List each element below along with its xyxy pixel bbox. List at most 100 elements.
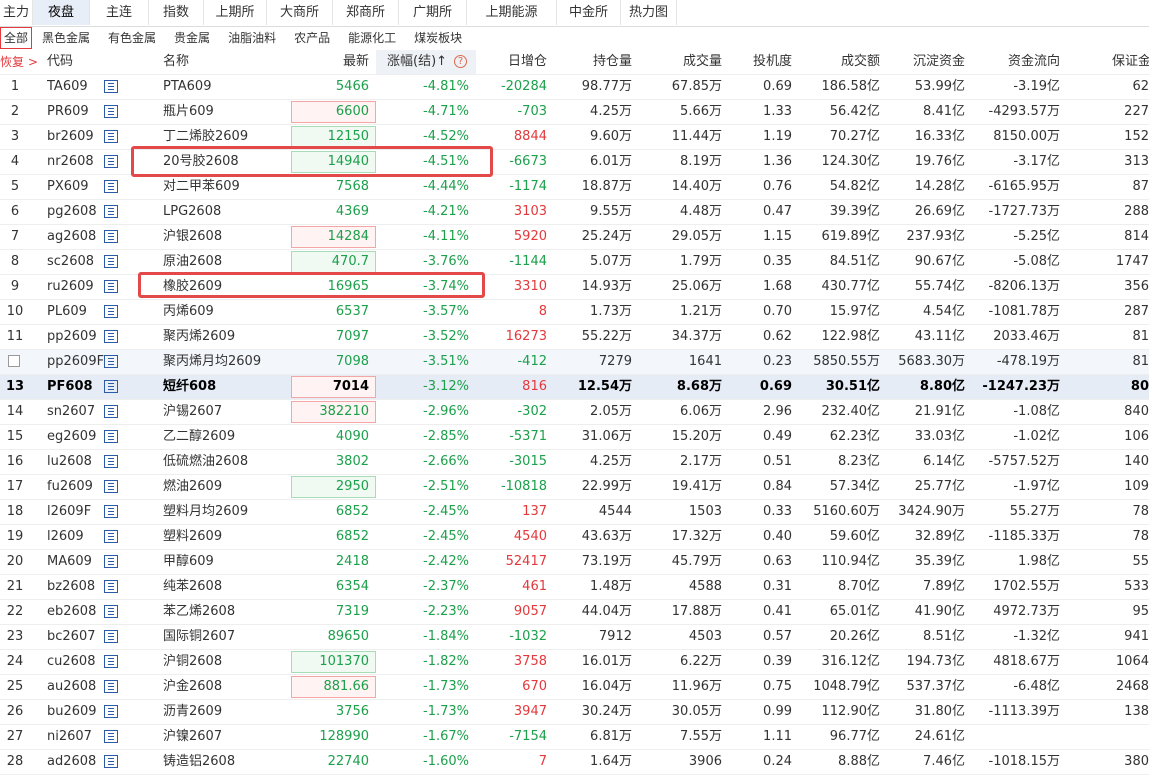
tab-2[interactable]: 主连 (90, 0, 149, 25)
header-margin[interactable]: 保证金 (1112, 50, 1149, 74)
tab-4[interactable]: 上期所 (204, 0, 267, 25)
contract-name[interactable]: 瓶片609 (163, 100, 288, 124)
kline-chart-icon[interactable] (104, 380, 118, 393)
header-code[interactable]: 代码 (47, 50, 107, 74)
table-row[interactable]: 18 l2609F 塑料月均2609 6852 -2.45% 137 4544 1503 0.3… (0, 500, 1149, 525)
tab-1[interactable]: 夜盘 (33, 0, 90, 25)
contract-name[interactable]: 甲醇609 (163, 550, 288, 574)
contract-name[interactable]: 沪金2608 (163, 675, 288, 699)
table-row[interactable]: 1 TA609 PTA609 5466 -4.81% -20284 98.77万 67.85万… (0, 75, 1149, 100)
contract-name[interactable]: 沪锡2607 (163, 400, 288, 424)
table-row[interactable]: 15 eg2609 乙二醇2609 4090 -2.85% -5371 31.06万 15.2… (0, 425, 1149, 450)
kline-chart-icon[interactable] (104, 605, 118, 618)
kline-chart-icon[interactable] (104, 480, 118, 493)
table-row[interactable]: 7 ag2608 沪银2608 14284 -4.11% 5920 25.24万 29.05万… (0, 225, 1149, 250)
kline-chart-icon[interactable] (104, 730, 118, 743)
table-row[interactable]: 26 bu2609 沥青2609 3756 -1.73% 3947 30.24万 30.05万… (0, 700, 1149, 725)
kline-chart-icon[interactable] (104, 580, 118, 593)
contract-name[interactable]: 乙二醇2609 (163, 425, 288, 449)
contract-name[interactable]: 国际铜2607 (163, 625, 288, 649)
kline-chart-icon[interactable] (104, 155, 118, 168)
contract-name[interactable]: 纯苯2608 (163, 575, 288, 599)
tab-5[interactable]: 大商所 (267, 0, 333, 25)
contract-name[interactable]: 原油2608 (163, 250, 288, 274)
restore-link[interactable]: 恢复 > (0, 50, 40, 74)
tab-8[interactable]: 上期能源 (467, 0, 557, 25)
kline-chart-icon[interactable] (104, 105, 118, 118)
table-row[interactable]: 20 MA609 甲醇609 2418 -2.42% 52417 73.19万 45.79万 0… (0, 550, 1149, 575)
kline-chart-icon[interactable] (104, 305, 118, 318)
kline-chart-icon[interactable] (104, 255, 118, 268)
contract-name[interactable]: PTA609 (163, 75, 288, 99)
contract-name[interactable]: 丙烯609 (163, 300, 288, 324)
kline-chart-icon[interactable] (104, 755, 118, 768)
kline-chart-icon[interactable] (104, 630, 118, 643)
table-row[interactable]: 25 au2608 沪金2608 881.66 -1.73% 670 16.04万 11.96… (0, 675, 1149, 700)
table-row[interactable]: 19 l2609 塑料2609 6852 -2.45% 4540 43.63万 17.32万 0… (0, 525, 1149, 550)
kline-chart-icon[interactable] (104, 130, 118, 143)
table-row[interactable]: 2 PR609 瓶片609 6600 -4.71% -703 4.25万 5.66万 1.33 5… (0, 100, 1149, 125)
header-name[interactable]: 名称 (163, 50, 223, 74)
header-oi-change[interactable]: 日增仓 (476, 50, 547, 74)
contract-name[interactable]: 聚丙烯月均2609 (163, 350, 288, 374)
kline-chart-icon[interactable] (104, 80, 118, 93)
table-row[interactable]: 28 ad2608 铸造铝2608 22740 -1.60% 7 1.64万 3906 0.24… (0, 750, 1149, 775)
table-row[interactable]: 17 fu2609 燃油2609 2950 -2.51% -10818 22.99万 19.4… (0, 475, 1149, 500)
help-icon[interactable]: ? (454, 55, 467, 68)
contract-name[interactable]: LPG2608 (163, 200, 288, 224)
table-row[interactable]: 13 PF608 短纤608 7014 -3.12% 816 12.54万 8.68万 0.69… (0, 375, 1149, 400)
category-6[interactable]: 能源化工 (340, 28, 404, 48)
contract-name[interactable]: 沪镍2607 (163, 725, 288, 749)
contract-name[interactable]: 苯乙烯2608 (163, 600, 288, 624)
category-7[interactable]: 煤炭板块 (406, 28, 470, 48)
contract-name[interactable]: 塑料2609 (163, 525, 288, 549)
contract-name[interactable]: 铸造铝2608 (163, 750, 288, 774)
contract-name[interactable]: 聚丙烯2609 (163, 325, 288, 349)
tab-0[interactable]: 主力 (0, 0, 33, 25)
kline-chart-icon[interactable] (104, 705, 118, 718)
table-row[interactable]: 21 bz2608 纯苯2608 6354 -2.37% 461 1.48万 4588 0.31… (0, 575, 1149, 600)
table-row[interactable]: 6 pg2608 LPG2608 4369 -4.21% 3103 9.55万 4.48万 0.… (0, 200, 1149, 225)
kline-chart-icon[interactable] (104, 180, 118, 193)
category-0[interactable]: 全部 (0, 27, 33, 49)
contract-name[interactable]: 短纤608 (163, 375, 288, 399)
table-row[interactable]: 10 PL609 丙烯609 6537 -3.57% 8 1.73万 1.21万 0.70 15.… (0, 300, 1149, 325)
kline-chart-icon[interactable] (104, 430, 118, 443)
header-capital-flow[interactable]: 资金流向 (975, 50, 1060, 74)
header-open-interest[interactable]: 持仓量 (560, 50, 632, 74)
category-4[interactable]: 油脂油料 (220, 28, 284, 48)
table-row[interactable]: 24 cu2608 沪铜2608 101370 -1.82% 3758 16.01万 6.22… (0, 650, 1149, 675)
contract-name[interactable]: 沥青2609 (163, 700, 288, 724)
header-volume[interactable]: 成交量 (640, 50, 722, 74)
kline-chart-icon[interactable] (104, 330, 118, 343)
table-row[interactable]: 16 lu2608 低硫燃油2608 3802 -2.66% -3015 4.25万 2.17… (0, 450, 1149, 475)
category-2[interactable]: 有色金属 (100, 28, 164, 48)
kline-chart-icon[interactable] (104, 655, 118, 668)
category-5[interactable]: 农产品 (286, 28, 338, 48)
kline-chart-icon[interactable] (104, 680, 118, 693)
kline-chart-icon[interactable] (104, 505, 118, 518)
table-row[interactable]: 11 pp2609 聚丙烯2609 7097 -3.52% 16273 55.22万 34.3… (0, 325, 1149, 350)
header-turnover[interactable]: 成交额 (800, 50, 880, 74)
tab-9[interactable]: 中金所 (557, 0, 621, 25)
tab-3[interactable]: 指数 (149, 0, 204, 25)
table-row[interactable]: 23 bc2607 国际铜2607 89650 -1.84% -1032 7912 4503 0… (0, 625, 1149, 650)
tab-7[interactable]: 广期所 (399, 0, 467, 25)
kline-chart-icon[interactable] (104, 205, 118, 218)
table-row[interactable]: 14 sn2607 沪锡2607 382210 -2.96% -302 2.05万 6.06万… (0, 400, 1149, 425)
kline-chart-icon[interactable] (104, 280, 118, 293)
table-row[interactable]: 22 eb2608 苯乙烯2608 7319 -2.23% 9057 44.04万 17.88… (0, 600, 1149, 625)
contract-name[interactable]: 沪银2608 (163, 225, 288, 249)
category-1[interactable]: 黑色金属 (34, 28, 98, 48)
category-3[interactable]: 贵金属 (166, 28, 218, 48)
kline-chart-icon[interactable] (104, 530, 118, 543)
contract-name[interactable]: 燃油2609 (163, 475, 288, 499)
table-row[interactable]: pp2609F 聚丙烯月均2609 7098 -3.51% -412 7279 1641 0.… (0, 350, 1149, 375)
kline-chart-icon[interactable] (104, 555, 118, 568)
contract-name[interactable]: 塑料月均2609 (163, 500, 288, 524)
header-last[interactable]: 最新 (300, 50, 369, 74)
contract-name[interactable]: 对二甲苯609 (163, 175, 288, 199)
kline-chart-icon[interactable] (104, 355, 118, 368)
contract-name[interactable]: 沪铜2608 (163, 650, 288, 674)
kline-chart-icon[interactable] (104, 455, 118, 468)
